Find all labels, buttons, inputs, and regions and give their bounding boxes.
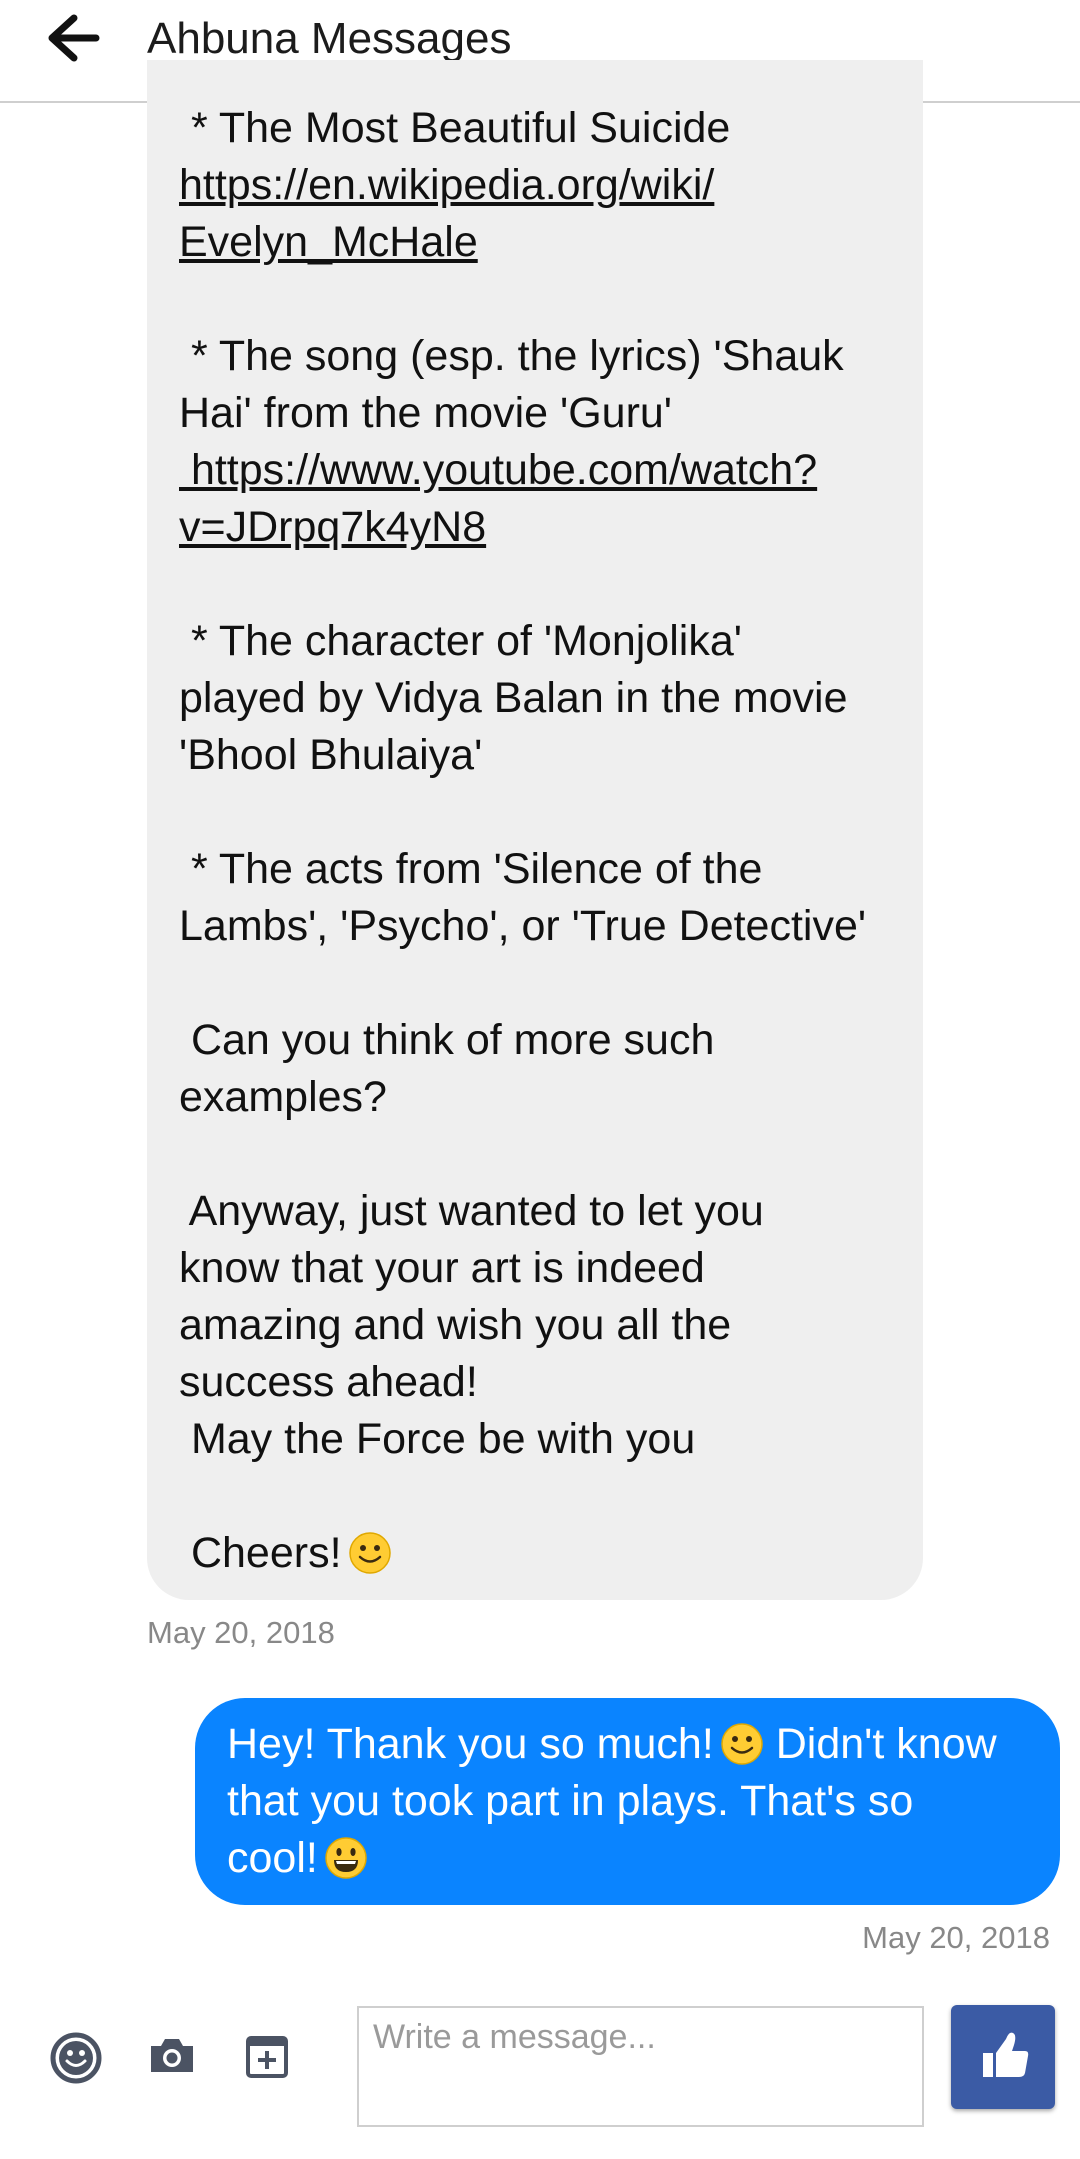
sent-text: Hey! Thank you so much!	[227, 1720, 714, 1768]
sent-text: cool!	[227, 1834, 318, 1882]
smiley-face-icon	[50, 2032, 102, 2084]
sent-timestamp: May 20, 2018	[862, 1920, 1050, 1955]
message-line	[179, 556, 887, 613]
message-line	[179, 1468, 887, 1525]
message-line: success ahead!	[179, 1358, 478, 1406]
wikipedia-link[interactable]: https://en.wikipedia.org/wiki/	[179, 161, 714, 209]
wikipedia-link-continued[interactable]: Evelyn_McHale	[179, 218, 478, 266]
message-line: Anyway, just wanted to let you	[179, 1187, 764, 1235]
message-line	[179, 955, 887, 1012]
cheers-text: Cheers!	[179, 1529, 342, 1577]
camera-button[interactable]	[147, 2034, 197, 2083]
message-line: * The Most Beautiful Suicide	[179, 104, 731, 152]
message-line: May the Force be with you	[179, 1415, 696, 1463]
message-line: know that your art is indeed	[179, 1244, 705, 1292]
sent-text: Didn't know	[775, 1720, 997, 1768]
attachment-button[interactable]	[245, 2034, 289, 2085]
camera-icon	[151, 2039, 193, 2072]
smiley-emoji-icon	[721, 1723, 763, 1765]
sent-line: cool!	[227, 1830, 1030, 1887]
message-line	[179, 1126, 887, 1183]
message-line: Hai' from the movie 'Guru'	[179, 389, 673, 437]
sent-line: that you took part in plays. That's so	[227, 1777, 914, 1825]
youtube-link[interactable]: https://www.youtube.com/watch?	[179, 446, 817, 494]
sent-message-bubble: Hey! Thank you so much! Didn't know that…	[195, 1698, 1060, 1905]
back-button[interactable]	[46, 14, 102, 66]
message-input[interactable]	[357, 2006, 924, 2127]
message-line: played by Vidya Balan in the movie	[179, 674, 848, 722]
arrow-left-icon	[48, 14, 100, 62]
message-line: examples?	[179, 1073, 387, 1121]
grinning-emoji-icon	[325, 1837, 367, 1879]
message-line: * The acts from 'Silence of the	[179, 845, 763, 893]
message-line: 'Bhool Bhulaiya'	[179, 731, 483, 779]
youtube-link-continued[interactable]: v=JDrpq7k4yN8	[179, 503, 486, 551]
message-line: Can you think of more such	[179, 1016, 715, 1064]
sent-line: Hey! Thank you so much! Didn't know	[227, 1716, 1030, 1773]
smiley-emoji-icon	[348, 1532, 391, 1574]
received-timestamp: May 20, 2018	[147, 1615, 335, 1650]
message-line: * The character of 'Monjolika'	[179, 617, 742, 665]
message-composer	[0, 1990, 1080, 2159]
message-line: amazing and wish you all the	[179, 1301, 732, 1349]
emoji-button[interactable]	[50, 2032, 102, 2089]
add-attachment-icon	[246, 2036, 288, 2078]
message-line: * The song (esp. the lyrics) 'Shauk	[179, 332, 844, 380]
thumbs-up-icon	[983, 2032, 1029, 2077]
message-line	[179, 271, 887, 328]
message-line	[179, 784, 887, 841]
message-line: Lambs', 'Psycho', or 'True Detective'	[179, 902, 867, 950]
message-line-cheers: Cheers!	[179, 1525, 887, 1582]
conversation-title: Ahbuna Messages	[147, 14, 512, 63]
like-button[interactable]	[951, 2005, 1055, 2109]
received-message-bubble: * The Most Beautiful Suicide https://en.…	[147, 60, 923, 1600]
